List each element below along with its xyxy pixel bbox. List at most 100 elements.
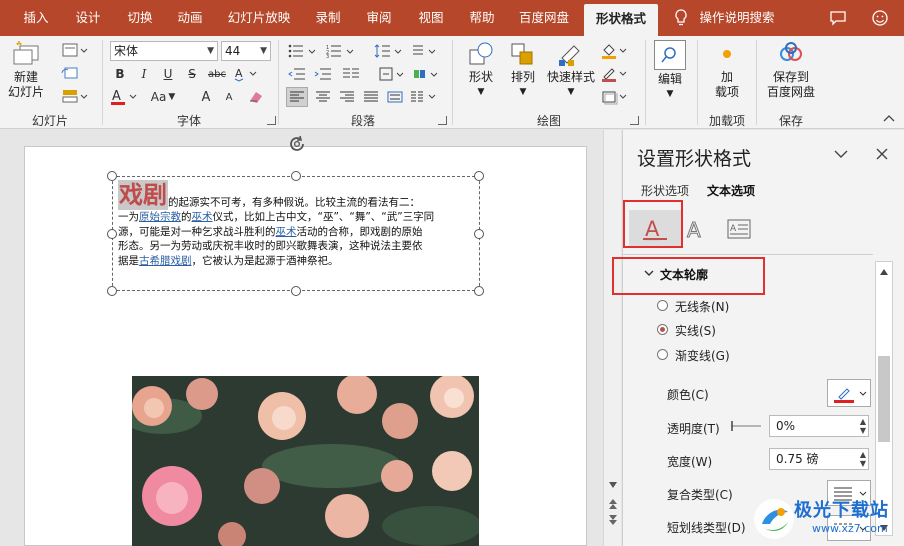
resize-handle[interactable] bbox=[107, 286, 117, 296]
tab-shape-options[interactable]: 形状选项 bbox=[641, 182, 689, 199]
tab-insert[interactable]: 插入 bbox=[14, 0, 58, 36]
spin-up-icon[interactable]: ▲ bbox=[860, 417, 866, 426]
tab-slideshow[interactable]: 幻灯片放映 bbox=[222, 0, 296, 36]
group-label-font: 字体 bbox=[176, 114, 201, 128]
spin-down-icon[interactable]: ▼ bbox=[860, 459, 866, 468]
addins-button[interactable]: 加 载项 bbox=[705, 40, 749, 100]
numbering-icon[interactable]: 123 bbox=[324, 41, 358, 61]
tab-help[interactable]: 帮助 bbox=[460, 0, 504, 36]
grow-font-button[interactable]: A bbox=[196, 87, 216, 107]
slide-text-body[interactable]: 戏剧的起源实不可考，有多种假说。比较主流的看法有二： 一为原始宗教的巫术仪式，比… bbox=[118, 180, 476, 268]
shape-effects-icon[interactable] bbox=[600, 87, 630, 107]
tab-transitions[interactable]: 切换 bbox=[116, 0, 164, 36]
radio-no-line[interactable] bbox=[657, 300, 668, 311]
align-left-icon[interactable] bbox=[286, 87, 308, 107]
tab-text-options[interactable]: 文本选项 bbox=[707, 182, 755, 199]
italic-button[interactable]: I bbox=[134, 64, 154, 84]
shape-fill-icon[interactable] bbox=[600, 41, 630, 61]
bullets-icon[interactable] bbox=[286, 41, 320, 61]
paragraph-dialog-launcher[interactable] bbox=[438, 116, 447, 125]
columns-icon[interactable] bbox=[340, 64, 362, 84]
close-icon[interactable] bbox=[874, 146, 890, 162]
save-to-netdisk-button[interactable]: 保存到 百度网盘 bbox=[762, 40, 820, 100]
color-picker-button[interactable] bbox=[827, 379, 871, 407]
justify-icon[interactable] bbox=[360, 87, 382, 107]
transparency-input[interactable]: 0% ▲ ▼ bbox=[769, 415, 869, 437]
spin-down-icon[interactable]: ▼ bbox=[860, 426, 866, 435]
editing-button[interactable]: 编辑 ▼ bbox=[651, 40, 689, 102]
resize-handle[interactable] bbox=[107, 229, 117, 239]
tab-shape-format[interactable]: 形状格式 bbox=[584, 4, 658, 36]
drawing-dialog-launcher[interactable] bbox=[630, 116, 639, 125]
collapse-ribbon-icon[interactable] bbox=[880, 108, 898, 128]
scroll-thumb[interactable] bbox=[878, 356, 890, 442]
font-dialog-launcher[interactable] bbox=[267, 116, 276, 125]
new-slide-button[interactable]: 新建 幻灯片 bbox=[4, 40, 48, 100]
underline-button[interactable]: U bbox=[158, 64, 178, 84]
font-name-combobox[interactable]: 宋体 ▼ bbox=[110, 41, 218, 61]
chevron-down-icon[interactable] bbox=[833, 146, 849, 162]
character-spacing-button[interactable]: abc bbox=[205, 64, 229, 84]
text-effects-icon[interactable]: A bbox=[681, 214, 711, 244]
layout-icon[interactable] bbox=[58, 40, 92, 60]
hyperlink[interactable]: 巫术 bbox=[276, 226, 297, 238]
font-size-combobox[interactable]: 44 ▼ bbox=[221, 41, 271, 61]
label-dash-type: 短划线类型(D) bbox=[667, 521, 746, 535]
bold-button[interactable]: B bbox=[110, 64, 130, 84]
font-color-button[interactable]: A bbox=[110, 87, 140, 107]
arrange-button[interactable]: 排列 ▼ bbox=[505, 40, 541, 100]
comments-icon[interactable] bbox=[826, 0, 850, 36]
label-transparency: 透明度(T) bbox=[667, 422, 720, 436]
transparency-slider[interactable] bbox=[729, 420, 763, 432]
clear-formatting-icon[interactable] bbox=[244, 87, 268, 107]
section-icon[interactable] bbox=[58, 86, 92, 106]
align-text-icon[interactable] bbox=[378, 64, 408, 84]
width-input[interactable]: 0.75 磅 ▲ ▼ bbox=[769, 448, 869, 470]
decrease-indent-icon[interactable] bbox=[286, 64, 308, 84]
resize-handle[interactable] bbox=[474, 286, 484, 296]
change-case-button[interactable]: Aa ▼ bbox=[148, 87, 178, 107]
tell-me-search[interactable]: 操作说明搜索 bbox=[694, 0, 780, 36]
align-right-icon[interactable] bbox=[336, 87, 358, 107]
label-color: 颜色(C) bbox=[667, 388, 709, 402]
reset-icon[interactable] bbox=[58, 63, 82, 83]
hyperlink[interactable]: 原始宗教 bbox=[139, 211, 181, 223]
increase-indent-icon[interactable] bbox=[312, 64, 334, 84]
quick-styles-button[interactable]: 快速样式 ▼ bbox=[545, 40, 597, 100]
smartart-icon[interactable] bbox=[412, 64, 442, 84]
hyperlink[interactable]: 古希腊戏剧 bbox=[139, 255, 192, 267]
tab-view[interactable]: 视图 bbox=[408, 0, 454, 36]
tab-design[interactable]: 设计 bbox=[64, 0, 112, 36]
scroll-down-icon[interactable] bbox=[608, 478, 618, 488]
textbox-layout-icon[interactable]: A bbox=[724, 214, 754, 244]
resize-handle[interactable] bbox=[107, 171, 117, 181]
shape-outline-icon[interactable] bbox=[600, 64, 630, 84]
tab-record[interactable]: 录制 bbox=[306, 0, 350, 36]
text-fragment: ，它被认为是起源于酒神祭祀。 bbox=[191, 254, 339, 267]
shrink-font-button[interactable]: A bbox=[219, 87, 239, 107]
distributed-icon[interactable] bbox=[384, 87, 406, 107]
text-shadow-icon[interactable]: A bbox=[233, 64, 261, 84]
next-slide-icon[interactable] bbox=[607, 514, 619, 526]
tab-review[interactable]: 审阅 bbox=[356, 0, 402, 36]
roses-photo[interactable] bbox=[132, 376, 479, 546]
scroll-up-icon[interactable] bbox=[879, 265, 889, 279]
editor-vertical-scrollbar[interactable] bbox=[603, 130, 621, 546]
tab-animations[interactable]: 动画 bbox=[166, 0, 214, 36]
hyperlink[interactable]: 巫术 bbox=[192, 211, 213, 223]
radio-gradient-line[interactable] bbox=[657, 349, 668, 360]
text-direction-icon[interactable] bbox=[410, 41, 440, 61]
strikethrough-button[interactable]: S bbox=[182, 64, 202, 84]
align-center-icon[interactable] bbox=[312, 87, 334, 107]
previous-slide-icon[interactable] bbox=[607, 498, 619, 510]
paragraph-columns-icon[interactable] bbox=[408, 87, 440, 107]
smiley-icon[interactable] bbox=[868, 0, 892, 36]
rotate-handle-icon[interactable] bbox=[286, 133, 308, 155]
tab-baidu-netdisk[interactable]: 百度网盘 bbox=[510, 0, 578, 36]
resize-handle[interactable] bbox=[291, 286, 301, 296]
spin-up-icon[interactable]: ▲ bbox=[860, 450, 866, 459]
group-separator bbox=[102, 40, 103, 125]
radio-solid-line[interactable] bbox=[657, 324, 668, 335]
line-spacing-icon[interactable] bbox=[372, 41, 406, 61]
shapes-button[interactable]: 形状 ▼ bbox=[462, 40, 500, 100]
